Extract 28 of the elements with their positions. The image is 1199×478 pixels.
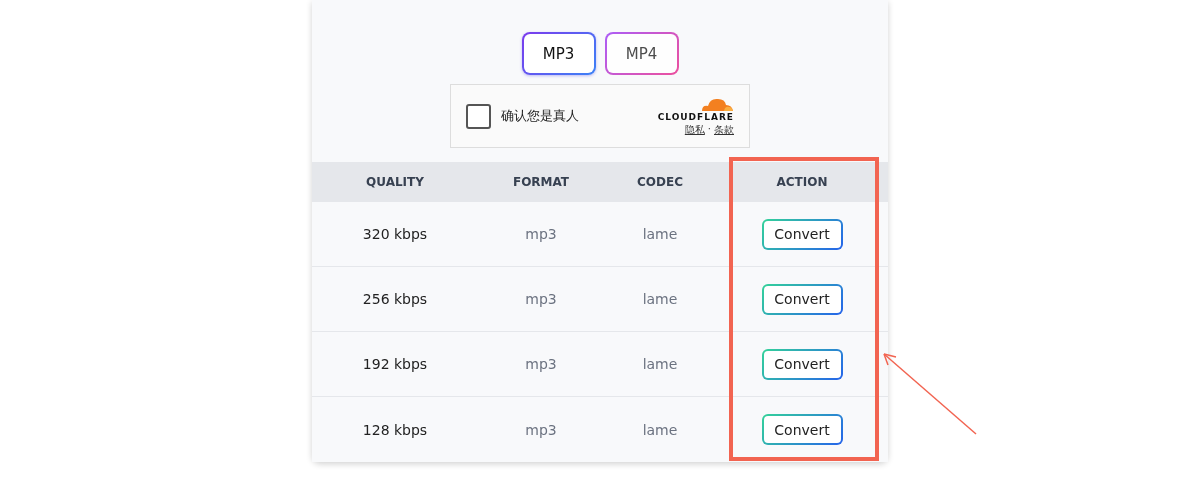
format-button[interactable]: MP3 [521,32,596,75]
format-cell-text: mp3 [524,355,558,374]
codec-cell-text: lame [641,355,679,374]
brand-name: CLOUDFLARE [657,111,734,122]
quality-cell-text: 256 kbps [361,290,429,309]
format-cell-text: mp3 [524,225,558,244]
column-header: ACTION [775,174,829,191]
convert-button[interactable]: Convert [761,283,843,315]
format-cell-text: mp3 [524,290,558,309]
column-header: FORMAT [511,174,571,191]
captcha-checkbox[interactable] [466,103,491,129]
quality-cell-text: 320 kbps [361,225,429,244]
codec-cell-text: lame [641,420,679,440]
captcha-label: 确认您是真人 [501,107,579,125]
convert-button[interactable]: Convert [761,348,843,380]
codec-cell-text: lame [641,225,679,244]
separator-dot: · [707,122,711,136]
quality-cell-text: 192 kbps [361,355,429,374]
column-header: QUALITY [365,174,425,191]
convert-button[interactable]: Convert [761,218,843,250]
privacy-link[interactable]: 隐私 [684,122,705,137]
terms-link[interactable]: 条款 [714,122,734,137]
column-header: CODEC [636,174,684,191]
convert-button[interactable]: Convert [761,414,843,445]
quality-cell-text: 128 kbps [361,420,429,440]
format-cell-text: mp3 [524,420,558,440]
codec-cell-text: lame [641,290,679,309]
format-button[interactable]: MP4 [604,32,679,75]
